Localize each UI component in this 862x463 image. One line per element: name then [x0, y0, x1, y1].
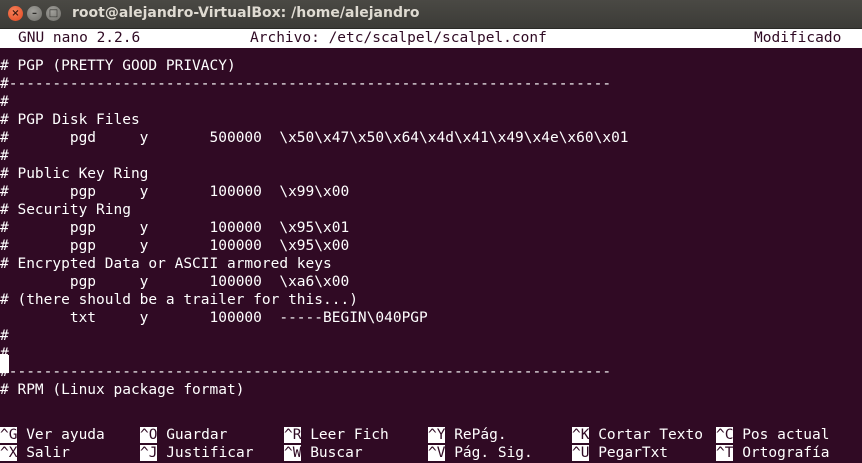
- title-bar[interactable]: × – □ root@alejandro-VirtualBox: /home/a…: [0, 0, 862, 29]
- shortcut-label: RePág.: [445, 427, 507, 443]
- editor-line: # Public Key Ring: [0, 166, 149, 182]
- terminal-area[interactable]: GNU nano 2.2.6 Archivo: /etc/scalpel/sca…: [0, 29, 862, 463]
- shortcut-key: ^W: [284, 445, 302, 461]
- shortcut-key: ^V: [428, 445, 446, 461]
- shortcut-label: Ortografía: [733, 445, 830, 461]
- shortcut-label: Leer Fich: [301, 427, 389, 443]
- terminal-window: × – □ root@alejandro-VirtualBox: /home/a…: [0, 0, 862, 463]
- shortcut-item[interactable]: ^C Pos actual: [716, 426, 830, 444]
- editor-line: #---------------------------------------…: [0, 364, 612, 380]
- editor-line: #: [0, 148, 9, 164]
- editor-line: # RPM (Linux package format): [0, 382, 245, 398]
- shortcut-item[interactable]: ^R Leer Fich: [284, 426, 389, 444]
- editor-line: # Security Ring: [0, 202, 131, 218]
- close-window-icon[interactable]: ×: [8, 6, 23, 21]
- shortcut-label: Pág. Sig.: [445, 445, 533, 461]
- shortcut-key: ^R: [284, 427, 302, 443]
- shortcut-label: Pos actual: [733, 427, 830, 443]
- shortcut-key: ^C: [716, 427, 734, 443]
- shortcut-item[interactable]: ^X Salir: [0, 444, 70, 462]
- text-cursor: [0, 355, 9, 373]
- shortcut-key: ^J: [140, 445, 158, 461]
- editor-line: #: [0, 94, 9, 110]
- shortcut-label: Justificar: [157, 445, 254, 461]
- shortcut-label: Cortar Texto: [589, 427, 703, 443]
- shortcut-item[interactable]: ^W Buscar: [284, 444, 363, 462]
- shortcut-key: ^U: [572, 445, 590, 461]
- nano-filename: Archivo: /etc/scalpel/scalpel.conf: [250, 30, 547, 46]
- shortcut-label: Salir: [17, 445, 70, 461]
- nano-version: GNU nano 2.2.6: [18, 30, 141, 46]
- shortcut-key: ^G: [0, 427, 18, 443]
- editor-line: # PGP Disk Files: [0, 112, 140, 128]
- shortcut-key: ^X: [0, 445, 18, 461]
- shortcut-key: ^T: [716, 445, 734, 461]
- shortcut-label: Ver ayuda: [17, 427, 105, 443]
- shortcut-key: ^O: [140, 427, 158, 443]
- maximize-window-icon[interactable]: □: [46, 6, 61, 21]
- editor-line: # Encrypted Data or ASCII armored keys: [0, 256, 332, 272]
- editor-line: #: [0, 328, 9, 344]
- editor-line: # pgp y 100000 \x95\x00: [0, 238, 350, 254]
- shortcut-item[interactable]: ^Y RePág.: [428, 426, 507, 444]
- editor-line: # pgd y 500000 \x50\x47\x50\x64\x4d\x41\…: [0, 130, 629, 146]
- shortcut-key: ^K: [572, 427, 590, 443]
- shortcut-item[interactable]: ^T Ortografía: [716, 444, 830, 462]
- editor-line: # (there should be a trailer for this...…: [0, 292, 358, 308]
- shortcut-item[interactable]: ^U PegarTxt: [572, 444, 668, 462]
- shortcut-item[interactable]: ^J Justificar: [140, 444, 254, 462]
- shortcut-item[interactable]: ^V Pág. Sig.: [428, 444, 533, 462]
- editor-line: pgp y 100000 \xa6\x00: [0, 274, 350, 290]
- shortcut-item[interactable]: ^G Ver ayuda: [0, 426, 105, 444]
- window-title: root@alejandro-VirtualBox: /home/alejand…: [72, 5, 420, 21]
- shortcut-label: PegarTxt: [589, 445, 669, 461]
- editor-line: #---------------------------------------…: [0, 76, 612, 92]
- shortcut-item[interactable]: ^K Cortar Texto: [572, 426, 703, 444]
- editor-line: txt y 100000 -----BEGIN\040PGP: [0, 310, 428, 326]
- shortcut-key: ^Y: [428, 427, 446, 443]
- shortcut-label: Guardar: [157, 427, 228, 443]
- shortcut-label: Buscar: [301, 445, 363, 461]
- editor-line: # pgp y 100000 \x99\x00: [0, 184, 350, 200]
- nano-modified-status: Modificado: [754, 30, 842, 46]
- minimize-window-icon[interactable]: –: [27, 6, 42, 21]
- editor-line: # pgp y 100000 \x95\x01: [0, 220, 350, 236]
- nano-title-bar: GNU nano 2.2.6 Archivo: /etc/scalpel/sca…: [0, 29, 862, 48]
- shortcut-item[interactable]: ^O Guardar: [140, 426, 227, 444]
- editor-line: # PGP (PRETTY GOOD PRIVACY): [0, 58, 236, 74]
